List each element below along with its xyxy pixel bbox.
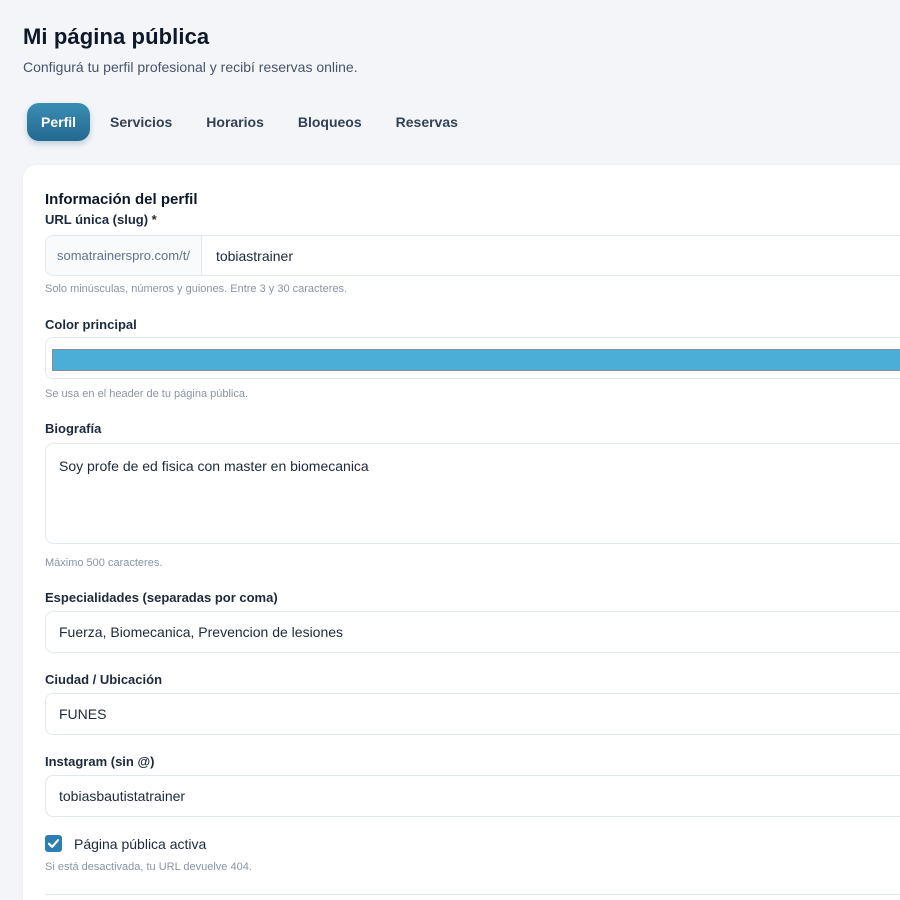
slug-label: URL única (slug) * (45, 212, 157, 227)
page-title: Mi página pública (23, 24, 210, 49)
section-title: Información del perfil (45, 191, 198, 208)
city-value: FUNES (59, 706, 107, 722)
tab-bloqueos[interactable]: Bloqueos (281, 103, 379, 141)
color-picker[interactable] (45, 337, 900, 379)
tab-servicios[interactable]: Servicios (93, 103, 189, 141)
tab-perfil[interactable]: Perfil (27, 103, 91, 141)
color-swatch[interactable] (52, 349, 900, 371)
instagram-value: tobiasbautistatrainer (59, 788, 186, 804)
slug-field[interactable]: somatrainerspro.com/t/ tobiastrainer (45, 235, 900, 276)
bio-hint: Máximo 500 caracteres. (45, 557, 163, 569)
instagram-input[interactable]: tobiasbautistatrainer (45, 775, 900, 817)
page-subtitle: Configurá tu perfil profesional y recibí… (23, 59, 358, 75)
active-checkbox[interactable] (45, 835, 62, 852)
tab-horarios[interactable]: Horarios (189, 103, 281, 141)
divider (45, 894, 900, 895)
city-label: Ciudad / Ubicación (45, 672, 163, 687)
tab-bar: Perfil Servicios Horarios Bloqueos Reser… (27, 103, 475, 141)
instagram-label: Instagram (sin @) (45, 754, 155, 769)
city-input[interactable]: FUNES (45, 693, 900, 735)
color-hint: Se usa en el header de tu página pública… (45, 388, 249, 400)
specialties-value: Fuerza, Biomecanica, Prevencion de lesio… (59, 624, 344, 640)
color-label: Color principal (45, 317, 137, 332)
slug-hint: Solo minúsculas, números y guiones. Entr… (45, 283, 348, 295)
specialties-label: Especialidades (separadas por coma) (45, 590, 278, 605)
checkmark-icon (47, 839, 60, 848)
slug-input[interactable]: tobiastrainer (202, 248, 293, 264)
specialties-input[interactable]: Fuerza, Biomecanica, Prevencion de lesio… (45, 611, 900, 653)
bio-textarea[interactable]: Soy profe de ed fisica con master en bio… (45, 443, 900, 544)
slug-prefix: somatrainerspro.com/t/ (46, 236, 202, 275)
bio-label: Biografía (45, 421, 102, 436)
bio-text: Soy profe de ed fisica con master en bio… (59, 458, 369, 474)
active-hint: Si está desactivada, tu URL devuelve 404… (45, 861, 252, 873)
active-checkbox-label[interactable]: Página pública activa (74, 836, 206, 852)
tab-reservas[interactable]: Reservas (379, 103, 475, 141)
